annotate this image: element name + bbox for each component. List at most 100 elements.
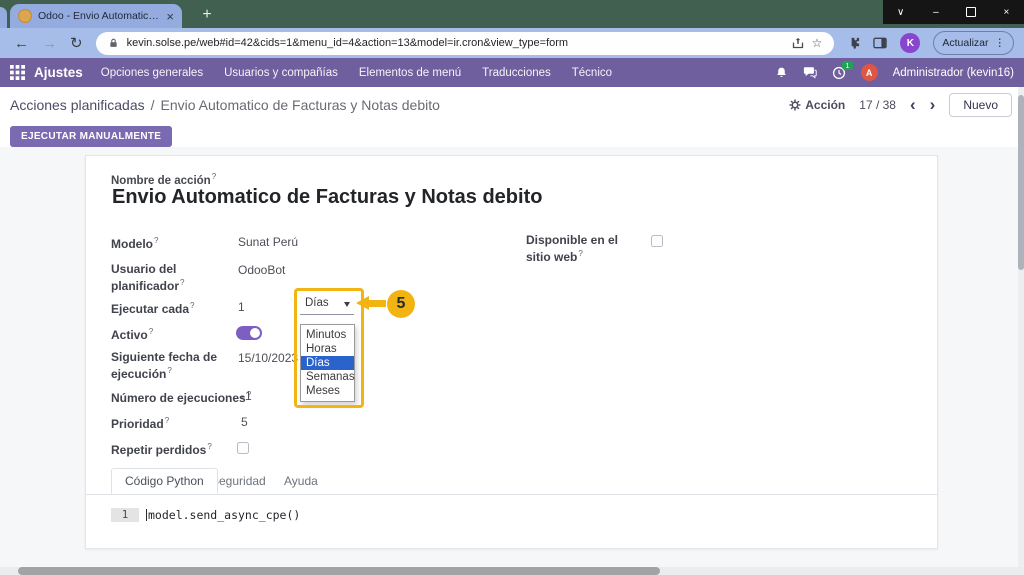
field-ejecutar-cada-value[interactable]: 1: [238, 300, 245, 314]
label-text: Usuario del planificador: [111, 262, 179, 293]
menu-tecnico[interactable]: Técnico: [572, 67, 612, 79]
tab-title: Odoo - Envio Automatico de Fa: [38, 10, 160, 22]
help-sup: ?: [190, 301, 194, 310]
code-text[interactable]: model.send_async_cpe(): [148, 508, 300, 522]
user-avatar[interactable]: A: [861, 64, 878, 81]
pager-next-icon[interactable]: ›: [930, 96, 936, 113]
window-controls: ∨ – ×: [883, 0, 1024, 24]
repetir-perdidos-checkbox[interactable]: [237, 442, 249, 454]
window-close-button[interactable]: ×: [989, 0, 1024, 24]
side-panel-icon[interactable]: [873, 37, 887, 49]
code-line-number: 1: [111, 508, 139, 522]
form-view: Nombre de acción? Envio Automatico de Fa…: [0, 147, 1024, 575]
back-icon[interactable]: ←: [14, 36, 29, 51]
field-modelo-label: Modelo?: [111, 234, 233, 251]
tab-strip-left-fragment: [0, 7, 7, 28]
tabs-divider: [86, 494, 937, 495]
menu-usuarios-companias[interactable]: Usuarios y compañías: [224, 67, 338, 79]
user-name[interactable]: Administrador (kevin16): [893, 67, 1014, 79]
vertical-scrollbar-thumb[interactable]: [1018, 95, 1024, 270]
help-sup: ?: [578, 249, 582, 258]
new-tab-button[interactable]: +: [196, 5, 218, 25]
record-pager: 17 / 38: [859, 98, 896, 112]
option-horas[interactable]: Horas: [301, 342, 354, 356]
breadcrumb-parent[interactable]: Acciones planificadas: [10, 97, 145, 113]
app-name[interactable]: Ajustes: [34, 65, 83, 80]
browser-toolbar: ← → ↻ kevin.solse.pe/web#id=42&cids=1&me…: [0, 28, 1024, 58]
form-sheet: Nombre de acción? Envio Automatico de Fa…: [85, 155, 938, 549]
tab-close-icon[interactable]: ×: [166, 10, 174, 23]
new-record-button[interactable]: Nuevo: [949, 93, 1012, 117]
breadcrumb-separator: /: [151, 97, 155, 113]
option-minutos[interactable]: Minutos: [301, 328, 354, 342]
label-text: Siguiente fecha de ejecución: [111, 350, 217, 381]
tab-codigo-python[interactable]: Código Python: [111, 468, 218, 494]
field-usuario-value[interactable]: OdooBot: [238, 263, 285, 277]
annotation-step-badge: 5: [387, 290, 415, 318]
action-menu-label: Acción: [805, 98, 845, 112]
disponible-web-checkbox[interactable]: [651, 235, 663, 247]
url-text[interactable]: kevin.solse.pe/web#id=42&cids=1&menu_id=…: [127, 37, 784, 49]
field-siguiente-fecha-label: Siguiente fecha de ejecución?: [111, 350, 233, 381]
browser-tab[interactable]: Odoo - Envio Automatico de Fa ×: [10, 4, 182, 28]
browser-tab-strip: Odoo - Envio Automatico de Fa × + ∨ – ×: [0, 0, 1024, 28]
help-sup: ?: [167, 366, 171, 375]
action-menu-button[interactable]: Acción: [789, 98, 845, 112]
gear-icon: [789, 99, 801, 111]
interval-unit-select[interactable]: Días: [300, 293, 354, 315]
toggle-knob: [250, 328, 260, 338]
label-text: Ejecutar cada: [111, 302, 189, 316]
select-caret-icon: [344, 302, 350, 307]
option-meses[interactable]: Meses: [301, 384, 354, 398]
url-bar[interactable]: kevin.solse.pe/web#id=42&cids=1&menu_id=…: [96, 32, 835, 55]
interval-unit-dropdown: Minutos Horas Días Semanas Meses: [300, 324, 355, 402]
option-dias-selected[interactable]: Días: [301, 356, 354, 370]
notifications-bell-icon[interactable]: [775, 66, 788, 79]
label-text: Activo: [111, 328, 148, 342]
record-title-input[interactable]: Envio Automatico de Facturas y Notas deb…: [112, 186, 542, 209]
field-siguiente-fecha-value[interactable]: 15/10/2023 1: [238, 351, 308, 365]
field-prioridad-label: Prioridad?: [111, 414, 233, 431]
chrome-update-button[interactable]: Actualizar ⋮: [933, 31, 1014, 55]
menu-opciones-generales[interactable]: Opciones generales: [101, 67, 203, 79]
menu-elementos-menu[interactable]: Elementos de menú: [359, 67, 461, 79]
annotation-arrow-shaft: [368, 300, 386, 307]
help-sup: ?: [212, 172, 216, 181]
label-text: Repetir perdidos: [111, 443, 206, 457]
activity-count-badge: 1: [842, 61, 852, 71]
update-label: Actualizar: [942, 37, 988, 49]
field-usuario-label: Usuario del planificador?: [111, 262, 233, 293]
reload-icon[interactable]: ↻: [70, 36, 83, 51]
run-manually-button[interactable]: EJECUTAR MANUALMENTE: [10, 126, 172, 147]
forward-icon[interactable]: →: [42, 36, 57, 51]
label-text: Prioridad: [111, 417, 164, 431]
window-minimize-button[interactable]: –: [918, 0, 953, 24]
window-menu-button[interactable]: ∨: [883, 0, 918, 24]
screen: Odoo - Envio Automatico de Fa × + ∨ – × …: [0, 0, 1024, 575]
activities-clock[interactable]: 1: [832, 66, 846, 80]
breadcrumb-current: Envio Automatico de Facturas y Notas deb…: [161, 97, 440, 113]
browser-menu-dots-icon[interactable]: ⋮: [995, 37, 1006, 49]
option-semanas[interactable]: Semanas: [301, 370, 354, 384]
window-restore-icon: [966, 7, 976, 17]
field-activo-label: Activo?: [111, 325, 233, 342]
field-numero-ejecuciones-value[interactable]: -1: [241, 389, 252, 403]
bookmark-star-icon[interactable]: ☆: [812, 37, 823, 49]
code-editor-line[interactable]: model.send_async_cpe(): [146, 508, 300, 522]
activo-toggle[interactable]: [236, 326, 262, 340]
horizontal-scrollbar-thumb[interactable]: [18, 567, 660, 575]
field-numero-ejecuciones-label: Número de ejecuciones?: [111, 388, 261, 405]
tab-ayuda[interactable]: Ayuda: [271, 468, 331, 494]
extensions-puzzle-icon[interactable]: [847, 37, 860, 50]
label-text: Disponible en el sitio web: [526, 233, 618, 264]
field-prioridad-value[interactable]: 5: [241, 415, 248, 429]
pager-previous-icon[interactable]: ‹: [910, 96, 916, 113]
field-modelo-value[interactable]: Sunat Perú: [238, 235, 298, 249]
share-icon[interactable]: [792, 37, 804, 49]
discuss-chat-icon[interactable]: [803, 66, 817, 79]
help-sup: ?: [207, 442, 211, 451]
browser-profile-avatar[interactable]: K: [900, 33, 920, 53]
apps-grid-icon[interactable]: [10, 65, 25, 80]
window-restore-button[interactable]: [954, 0, 989, 24]
menu-traducciones[interactable]: Traducciones: [482, 67, 551, 79]
